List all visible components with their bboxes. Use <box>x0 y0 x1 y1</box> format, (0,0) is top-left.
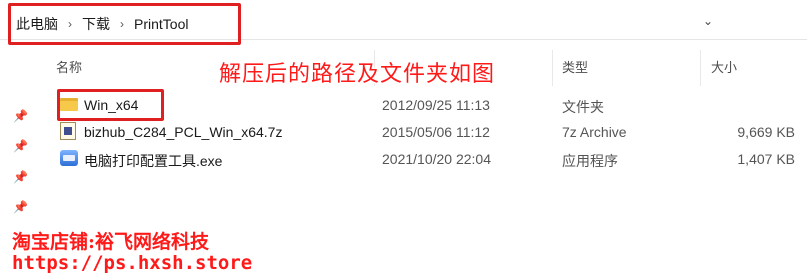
file-row-archive[interactable]: bizhub_C284_PCL_Win_x64.7z 2015/05/06 11… <box>56 119 807 145</box>
archive-icon <box>60 122 78 140</box>
file-date: 2015/05/06 11:12 <box>382 124 490 140</box>
column-divider[interactable] <box>552 50 553 86</box>
file-date: 2021/10/20 22:04 <box>382 151 491 167</box>
pin-icon[interactable]: 📌 <box>13 200 28 214</box>
file-size: 9,669 KB <box>737 124 795 140</box>
column-header-type[interactable]: 类型 <box>562 57 588 81</box>
pin-icon[interactable]: 📌 <box>13 109 28 123</box>
file-name[interactable]: bizhub_C284_PCL_Win_x64.7z <box>84 124 282 140</box>
file-size: 1,407 KB <box>737 151 795 167</box>
file-row-win-x64[interactable]: Win_x64 2012/09/25 11:13 文件夹 <box>56 92 807 118</box>
quick-access-strip: 📌 📌 📌 📌 <box>0 41 40 241</box>
column-divider[interactable] <box>700 50 701 86</box>
address-highlight-box <box>8 3 241 45</box>
file-type: 7z Archive <box>562 124 627 140</box>
shop-name-text: 淘宝店铺:裕飞网络科技 <box>12 231 210 253</box>
column-header-name[interactable]: 名称 <box>56 57 82 81</box>
column-header-size[interactable]: 大小 <box>711 57 737 81</box>
annotation-text: 解压后的路径及文件夹如图 <box>219 62 496 87</box>
shop-url-text: https://ps.hxsh.store <box>12 252 253 274</box>
file-type: 应用程序 <box>562 153 618 169</box>
folder-highlight-box <box>57 89 164 121</box>
pin-icon[interactable]: 📌 <box>13 170 28 184</box>
exe-icon <box>60 149 78 167</box>
file-type: 文件夹 <box>562 99 604 115</box>
file-date: 2012/09/25 11:13 <box>382 97 490 113</box>
pin-icon[interactable]: 📌 <box>13 139 28 153</box>
file-name[interactable]: 电脑打印配置工具.exe <box>84 151 222 171</box>
file-row-exe[interactable]: 电脑打印配置工具.exe 2021/10/20 22:04 应用程序 1,407… <box>56 146 807 172</box>
chevron-down-icon[interactable]: ⌄ <box>703 14 713 28</box>
